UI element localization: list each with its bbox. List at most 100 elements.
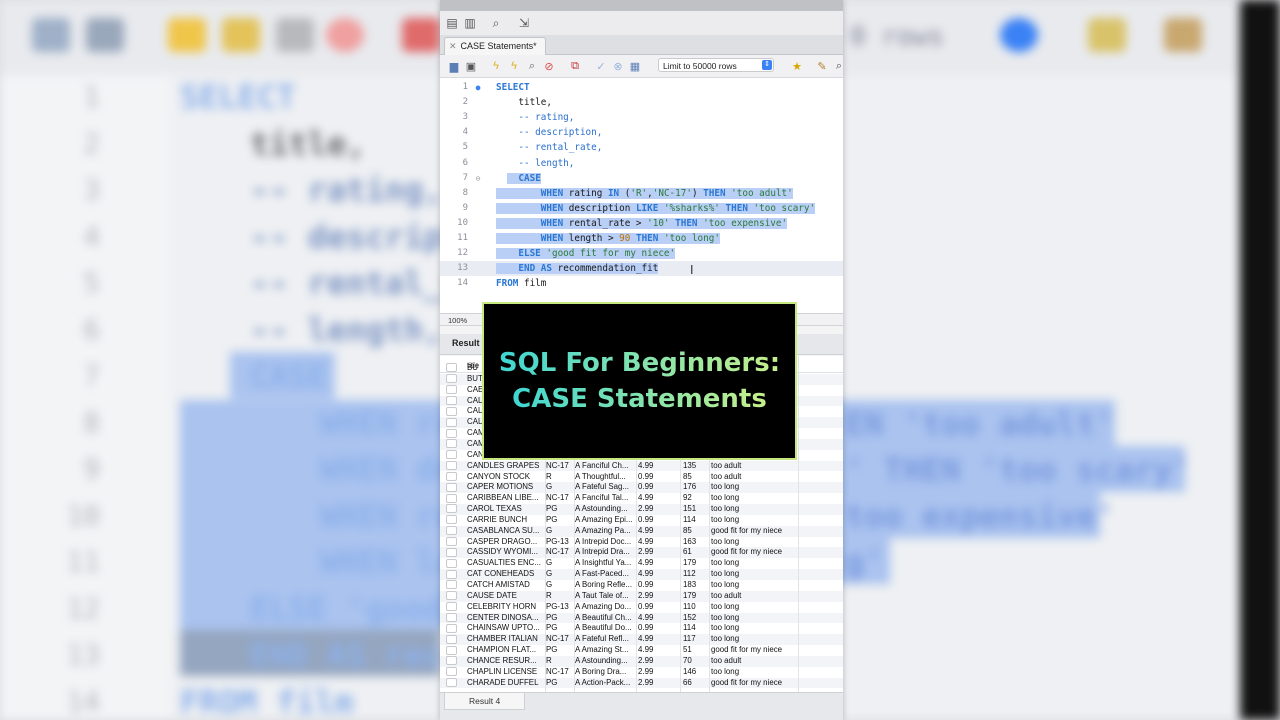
execute-icon[interactable]: ϟ <box>489 59 503 73</box>
inspector-icon[interactable]: ⌕ <box>488 15 504 31</box>
row-selector[interactable] <box>446 504 460 515</box>
table-row[interactable]: CASSIDY WYOMI... NC-17 A Intrepid Dra... 2.… <box>440 547 843 559</box>
limit-rows-select[interactable]: Limit to 50000 rows ⇕ <box>658 58 774 72</box>
table-cell[interactable]: 61 <box>683 547 709 558</box>
table-cell[interactable]: A Intrepid Doc... <box>575 537 635 548</box>
table-cell[interactable]: G <box>546 482 574 493</box>
table-row[interactable]: CASPER DRAGO... PG-13 A Intrepid Doc... 4.9… <box>440 537 843 548</box>
table-cell[interactable]: too long <box>711 515 801 526</box>
row-selector[interactable] <box>446 385 460 396</box>
table-cell[interactable]: A Taut Tale of... <box>575 591 635 602</box>
table-cell[interactable]: too adult <box>711 591 801 602</box>
table-cell[interactable]: CATCH AMISTAD <box>467 580 545 591</box>
table-cell[interactable]: PG <box>546 504 574 515</box>
table-cell[interactable]: 85 <box>683 472 709 483</box>
table-cell[interactable]: CENTER DINOSA... <box>467 613 545 624</box>
autocommit-icon[interactable]: ▦ <box>628 59 642 73</box>
table-cell[interactable]: A Amazing St... <box>575 645 635 656</box>
save-icon[interactable]: ▣ <box>464 59 478 73</box>
table-cell[interactable]: A Thoughtful... <box>575 472 635 483</box>
table-cell[interactable]: A Boring Dra... <box>575 667 635 678</box>
table-row[interactable]: CANYON STOCK R A Thoughtful... 0.99 85 too ad… <box>440 472 843 483</box>
row-selector[interactable] <box>446 395 460 407</box>
table-cell[interactable]: 114 <box>683 623 709 634</box>
table-cell[interactable]: 51 <box>683 645 709 656</box>
table-cell[interactable]: CANYON STOCK <box>467 472 545 483</box>
table-cell[interactable]: good fit for my niece <box>711 526 801 537</box>
table-cell[interactable]: PG <box>546 678 574 689</box>
toggle-icon[interactable]: ⧉ <box>568 59 582 73</box>
row-selector[interactable] <box>446 526 460 537</box>
table-cell[interactable]: 0.99 <box>638 602 676 613</box>
table-row[interactable]: CHAINSAW UPTO... PG A Beautiful Do... 0.99 1… <box>440 623 843 634</box>
table-cell[interactable]: A Beautiful Ch... <box>575 613 635 624</box>
table-cell[interactable]: too long <box>711 613 801 624</box>
table-cell[interactable]: A Astounding... <box>575 504 635 515</box>
table-row[interactable]: CANDLES GRAPES NC-17 A Fanciful Ch... 4.99 1… <box>440 460 843 472</box>
table-cell[interactable]: 0.99 <box>638 472 676 483</box>
row-selector[interactable] <box>446 656 460 667</box>
fold-icon[interactable]: ⊖ <box>473 171 483 186</box>
table-cell[interactable]: too long <box>711 667 801 678</box>
table-cell[interactable]: CAUSE DATE <box>467 591 545 602</box>
table-cell[interactable]: 2.99 <box>638 547 676 558</box>
code-line[interactable]: 9 WHEN description LIKE '%sharks%' THEN … <box>440 201 843 216</box>
table-cell[interactable]: A Amazing Pa... <box>575 526 635 537</box>
table-cell[interactable]: too long <box>711 569 801 580</box>
table-cell[interactable]: 114 <box>683 515 709 526</box>
table-cell[interactable]: too adult <box>711 472 801 483</box>
table-cell[interactable]: 4.99 <box>638 558 676 569</box>
rollback-icon[interactable]: ⊗ <box>611 59 625 73</box>
table-cell[interactable]: CHAMPION FLAT... <box>467 645 545 656</box>
table-cell[interactable]: too long <box>711 623 801 634</box>
table-cell[interactable]: 2.99 <box>638 591 676 602</box>
table-cell[interactable]: 183 <box>683 580 709 591</box>
table-cell[interactable]: too adult <box>711 461 801 472</box>
table-cell[interactable]: good fit for my niece <box>711 547 801 558</box>
table-cell[interactable]: NC-17 <box>546 667 574 678</box>
table-cell[interactable]: too long <box>711 493 801 504</box>
table-cell[interactable]: A Fanciful Ch... <box>575 461 635 472</box>
code-line[interactable]: 6 -- length, <box>440 156 843 171</box>
row-selector[interactable] <box>446 417 460 428</box>
table-cell[interactable]: CAROL TEXAS <box>467 504 545 515</box>
table-cell[interactable]: 176 <box>683 482 709 493</box>
table-cell[interactable]: too long <box>711 602 801 613</box>
table-cell[interactable]: too long <box>711 504 801 515</box>
row-selector[interactable] <box>446 678 460 689</box>
table-cell[interactable]: 179 <box>683 558 709 569</box>
table-cell[interactable]: G <box>546 580 574 591</box>
row-selector[interactable] <box>446 634 460 645</box>
open-sql-icon[interactable]: ▥ <box>462 15 478 31</box>
table-cell[interactable]: too adult <box>711 656 801 667</box>
table-cell[interactable]: CASSIDY WYOMI... <box>467 547 545 558</box>
row-selector[interactable] <box>446 482 460 493</box>
table-cell[interactable]: 135 <box>683 461 709 472</box>
table-cell[interactable]: CARRIE BUNCH <box>467 515 545 526</box>
row-selector[interactable] <box>446 645 460 656</box>
table-cell[interactable]: A Beautiful Do... <box>575 623 635 634</box>
row-selector[interactable] <box>446 547 460 558</box>
table-cell[interactable]: good fit for my niece <box>711 678 801 689</box>
table-cell[interactable]: NC-17 <box>546 493 574 504</box>
table-cell[interactable]: CASUALTIES ENC... <box>467 558 545 569</box>
code-line[interactable]: 14 FROM film <box>440 276 843 291</box>
table-cell[interactable]: too long <box>711 634 801 645</box>
table-cell[interactable]: 0.99 <box>638 482 676 493</box>
row-selector[interactable] <box>446 558 460 569</box>
table-cell[interactable]: 163 <box>683 537 709 548</box>
table-cell[interactable]: A Astounding... <box>575 656 635 667</box>
table-cell[interactable]: A Fateful Refl... <box>575 634 635 645</box>
table-cell[interactable]: 110 <box>683 602 709 613</box>
table-cell[interactable]: 66 <box>683 678 709 689</box>
table-cell[interactable]: R <box>546 591 574 602</box>
table-cell[interactable]: 4.99 <box>638 569 676 580</box>
table-cell[interactable]: CAPER MOTIONS <box>467 482 545 493</box>
table-cell[interactable]: 151 <box>683 504 709 515</box>
table-row[interactable]: CARRIE BUNCH PG A Amazing Epi... 0.99 114 too… <box>440 515 843 526</box>
table-cell[interactable]: 70 <box>683 656 709 667</box>
table-cell[interactable]: 0.99 <box>638 515 676 526</box>
explain-icon[interactable]: ⌕ <box>525 59 539 73</box>
table-cell[interactable]: too long <box>711 482 801 493</box>
table-cell[interactable]: PG <box>546 515 574 526</box>
